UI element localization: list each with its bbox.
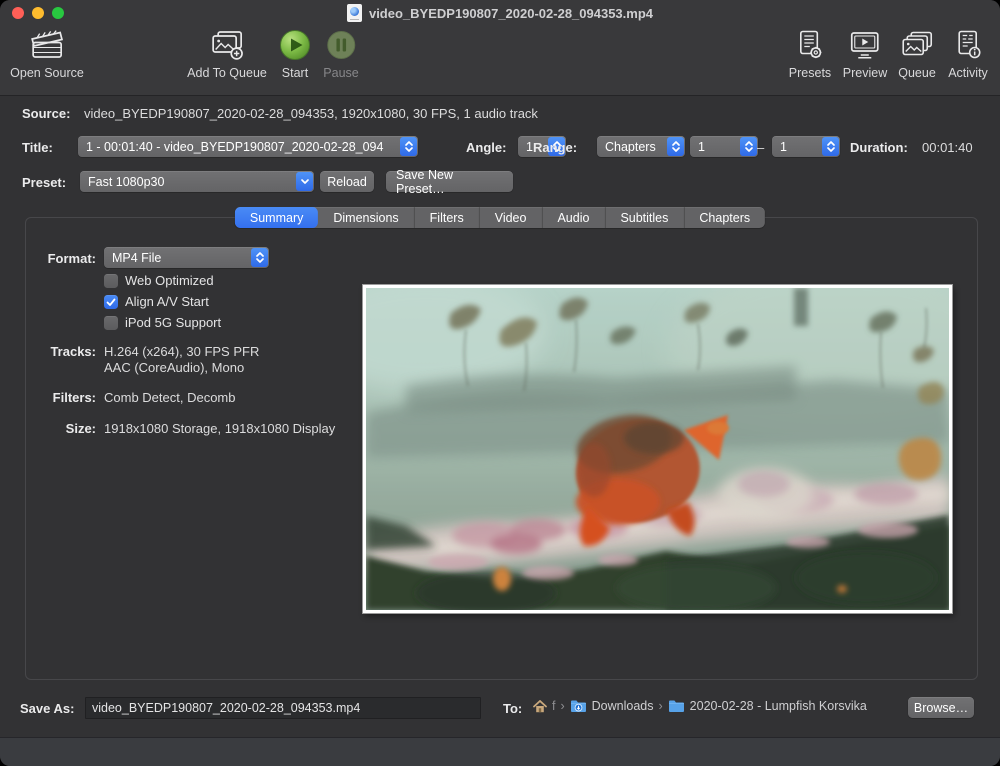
tab-bar: Summary Dimensions Filters Video Audio S… (235, 207, 765, 228)
toolbar-label: Add To Queue (187, 66, 267, 80)
tab-label: Filters (430, 211, 464, 225)
duration-label: Duration: (850, 140, 908, 155)
queue-button[interactable]: Queue (898, 28, 936, 80)
presets-document-gear-icon (795, 28, 825, 62)
preview-button[interactable]: Preview (843, 28, 887, 80)
queue-photos-icon (900, 28, 934, 62)
downloads-folder-icon (570, 699, 587, 713)
pause-button[interactable]: Pause (323, 28, 358, 80)
path-folder1: Downloads (592, 699, 654, 713)
save-as-input[interactable]: video_BYEDP190807_2020-02-28_094353.mp4 (85, 697, 481, 719)
path-folder2: 2020-02-28 - Lumpfish Korsvika (690, 699, 867, 713)
save-new-preset-label: Save New Preset… (396, 168, 503, 196)
range-from-select[interactable]: 1 (690, 136, 758, 157)
toolbar-label: Activity (948, 66, 988, 80)
handbrake-window: video_BYEDP190807_2020-02-28_094353.mp4 … (0, 0, 1000, 766)
save-new-preset-button[interactable]: Save New Preset… (386, 171, 513, 192)
window-title-group: video_BYEDP190807_2020-02-28_094353.mp4 (0, 0, 1000, 26)
video-file-icon (347, 4, 362, 22)
tab-label: Summary (250, 211, 303, 225)
range-to-select[interactable]: 1 (772, 136, 840, 157)
source-value: video_BYEDP190807_2020-02-28_094353, 192… (84, 106, 538, 121)
source-row: Source: video_BYEDP190807_2020-02-28_094… (22, 106, 538, 121)
path-separator: › (659, 699, 663, 713)
activity-document-info-icon (953, 28, 983, 62)
add-to-queue-icon (209, 28, 245, 62)
toolbar-label: Pause (323, 66, 358, 80)
toolbar-label: Start (282, 66, 308, 80)
chevron-down-icon (296, 172, 313, 191)
activity-button[interactable]: Activity (948, 28, 988, 80)
stepper-up-down-icon (400, 137, 417, 156)
reload-button[interactable]: Reload (320, 171, 374, 192)
toolbar-label: Open Source (10, 66, 84, 80)
tab-summary[interactable]: Summary (235, 207, 318, 228)
preset-value: Fast 1080p30 (88, 175, 314, 189)
tab-dimensions[interactable]: Dimensions (318, 207, 413, 228)
toolbar-label: Preview (843, 66, 887, 80)
stepper-up-down-icon (740, 137, 757, 156)
tab-label: Chapters (699, 211, 750, 225)
range-type-select[interactable]: Chapters (597, 136, 685, 157)
open-source-button[interactable]: Open Source (10, 28, 84, 80)
preview-monitor-icon (848, 28, 882, 62)
window-chrome: video_BYEDP190807_2020-02-28_094353.mp4 … (0, 0, 1000, 96)
destination-path[interactable]: f › Downloads › 2020-02-28 - Lumpfish Ko… (533, 699, 867, 713)
title-select[interactable]: 1 - 00:01:40 - video_BYEDP190807_2020-02… (78, 136, 418, 157)
range-separator: – (757, 140, 764, 155)
tab-label: Audio (557, 211, 589, 225)
preset-dropdown[interactable]: Fast 1080p30 (80, 171, 314, 192)
title-label: Title: (22, 140, 53, 155)
pause-icon (326, 28, 356, 62)
tab-filters[interactable]: Filters (414, 207, 479, 228)
path-separator: › (560, 699, 564, 713)
source-label: Source: (22, 106, 70, 121)
browse-button-label: Browse… (914, 701, 968, 715)
titlebar[interactable]: video_BYEDP190807_2020-02-28_094353.mp4 (0, 0, 1000, 26)
path-user: f (552, 699, 555, 713)
range-label: Range: (533, 140, 577, 155)
preset-label: Preset: (22, 175, 66, 190)
duration-value: 00:01:40 (922, 140, 973, 155)
summary-panel (25, 217, 978, 680)
presets-button[interactable]: Presets (789, 28, 831, 80)
tab-video[interactable]: Video (479, 207, 542, 228)
toolbar-label: Presets (789, 66, 831, 80)
add-to-queue-button[interactable]: Add To Queue (187, 28, 267, 80)
browse-button[interactable]: Browse… (908, 697, 974, 718)
status-bar (0, 737, 1000, 766)
tab-audio[interactable]: Audio (541, 207, 604, 228)
angle-label: Angle: (466, 140, 506, 155)
clapperboard-icon (28, 28, 66, 62)
tab-subtitles[interactable]: Subtitles (604, 207, 683, 228)
tab-label: Dimensions (333, 211, 398, 225)
tab-label: Subtitles (620, 211, 668, 225)
home-icon (533, 700, 547, 713)
to-label: To: (503, 701, 522, 716)
tab-label: Video (495, 211, 527, 225)
save-as-filename: video_BYEDP190807_2020-02-28_094353.mp4 (92, 701, 360, 715)
toolbar-label: Queue (898, 66, 936, 80)
folder-icon (668, 699, 685, 713)
reload-button-label: Reload (327, 175, 367, 189)
save-as-label: Save As: (20, 701, 74, 716)
start-button[interactable]: Start (279, 28, 311, 80)
start-play-icon (279, 28, 311, 62)
title-select-value: 1 - 00:01:40 - video_BYEDP190807_2020-02… (86, 140, 418, 154)
stepper-up-down-icon (822, 137, 839, 156)
stepper-up-down-icon (667, 137, 684, 156)
tab-chapters[interactable]: Chapters (683, 207, 765, 228)
window-title: video_BYEDP190807_2020-02-28_094353.mp4 (369, 6, 653, 21)
